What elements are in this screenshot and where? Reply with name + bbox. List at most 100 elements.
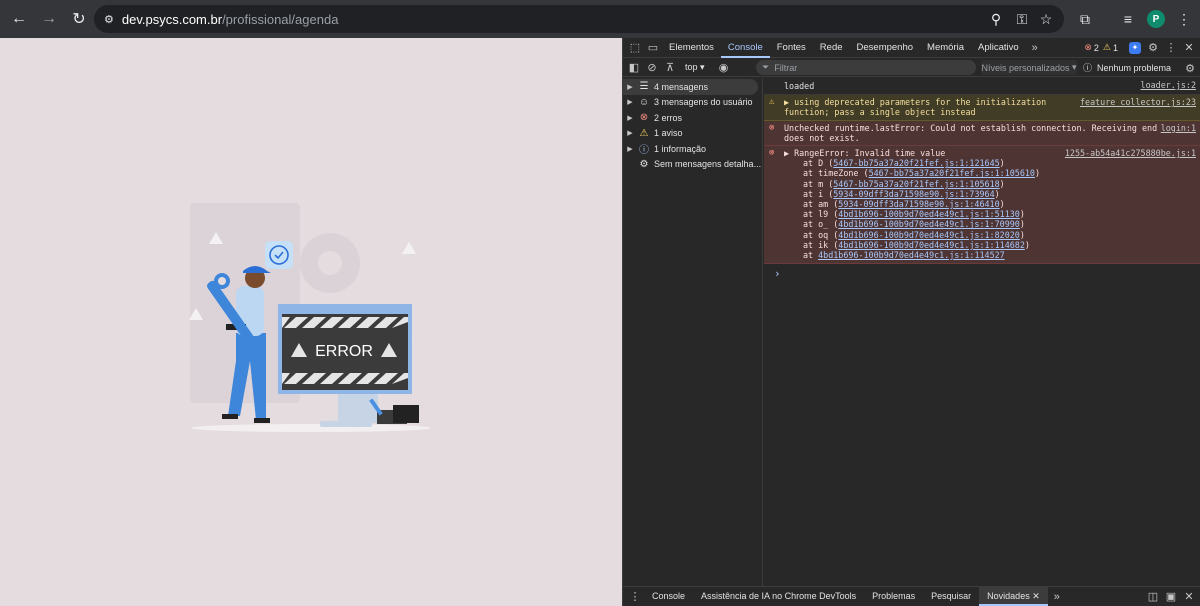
expand-arrow-icon: ▶ bbox=[627, 99, 633, 107]
stack-frame-link[interactable]: 4bd1b696-100b9d70ed4e49c1.js:1:114527 bbox=[818, 250, 1005, 260]
close-devtools-icon[interactable]: ✕ bbox=[1180, 38, 1198, 58]
sidebar-item-verbose[interactable]: ⚙ Sem mensagens detalha... bbox=[623, 157, 762, 173]
settings-gear-icon[interactable]: ⚙ bbox=[1144, 38, 1162, 58]
bug-icon: ⚙ bbox=[639, 158, 649, 170]
eye-icon[interactable]: ◉ bbox=[715, 57, 733, 77]
site-info-icon[interactable]: ⚙ bbox=[104, 13, 114, 26]
stack-frame-end: ) bbox=[1034, 168, 1041, 179]
tab-aplicativo[interactable]: Aplicativo bbox=[971, 38, 1026, 58]
stack-frame: at am (5934-09dff3da71598e90.js:1:46410) bbox=[803, 199, 1181, 209]
create-live-expression-icon[interactable]: ⊼ bbox=[661, 57, 679, 77]
stack-frame: at D (5467-bb75a37a20f21fef.js:1:121645) bbox=[803, 158, 1181, 168]
sidebar-item-errors[interactable]: ▶ ⊗ 2 erros bbox=[623, 110, 762, 126]
stack-frame: at ik (4bd1b696-100b9d70ed4e49c1.js:1:11… bbox=[803, 240, 1181, 250]
profile-button[interactable]: P bbox=[1142, 5, 1170, 33]
sidebar-item-user-messages[interactable]: ▶ ☺ 3 mensagens do usuário bbox=[623, 95, 762, 111]
drawer-tab-ai-assistance[interactable]: Assistência de IA no Chrome DevTools bbox=[693, 587, 864, 606]
error-icon: ⊗ bbox=[769, 122, 775, 133]
sidebar-item-warnings[interactable]: ▶ ⚠ 1 aviso bbox=[623, 126, 762, 142]
drawer-toggle-icon[interactable]: ▣ bbox=[1162, 587, 1180, 606]
log-levels-dropdown[interactable]: Níveis personalizados ▾ bbox=[981, 60, 1077, 75]
browser-toolbar: ← → ↻ ⚙ dev.psycs.com.br/profissional/ag… bbox=[0, 0, 1200, 38]
stack-frame-end: ) bbox=[999, 199, 1005, 210]
url-text[interactable]: dev.psycs.com.br/profissional/agenda bbox=[122, 12, 339, 27]
sidebar-item-messages[interactable]: ▶ ☰ 4 mensagens bbox=[623, 79, 758, 95]
inspect-element-icon[interactable]: ⬚ bbox=[626, 38, 644, 58]
stack-frame-link[interactable]: 4bd1b696-100b9d70ed4e49c1.js:1:114682 bbox=[838, 240, 1025, 250]
tab-rede[interactable]: Rede bbox=[813, 38, 850, 58]
clear-console-icon[interactable]: ⊘ bbox=[643, 57, 661, 77]
message-source-link[interactable]: loader.js:2 bbox=[1141, 80, 1196, 90]
drawer-tab-novidades[interactable]: Novidades ✕ bbox=[979, 587, 1048, 606]
issues-indicator[interactable]: ⓘ Nenhum problema bbox=[1083, 60, 1171, 75]
media-icon[interactable]: ≡ bbox=[1114, 5, 1142, 33]
stack-frame-function: at m ( bbox=[803, 178, 834, 189]
sidebar-toggle-icon[interactable]: ◧ bbox=[625, 57, 643, 77]
stack-frame: at oq (4bd1b696-100b9d70ed4e49c1.js:1:82… bbox=[803, 230, 1181, 240]
stack-frame-end: ) bbox=[1019, 209, 1025, 220]
tab-console[interactable]: Console bbox=[720, 38, 770, 58]
check-bubble-icon bbox=[265, 241, 293, 269]
dock-side-icon[interactable]: ◫ bbox=[1144, 587, 1162, 606]
tab-memoria[interactable]: Memória bbox=[920, 38, 971, 58]
more-drawer-tabs-icon[interactable]: » bbox=[1048, 587, 1066, 606]
warning-count-badge[interactable]: ⚠ 1 bbox=[1103, 42, 1118, 53]
stack-frame-link[interactable]: 4bd1b696-100b9d70ed4e49c1.js:1:82020 bbox=[838, 230, 1020, 240]
context-select[interactable]: top ▾ bbox=[685, 62, 705, 73]
stack-frame-function: at am ( bbox=[803, 199, 839, 210]
zoom-icon[interactable]: ⚲ bbox=[982, 5, 1010, 33]
stack-frame-link[interactable]: 5934-09dff3da71598e90.js:1:73964 bbox=[833, 189, 994, 199]
bookmark-star-icon[interactable]: ☆ bbox=[1032, 5, 1060, 33]
drawer-tab-problemas[interactable]: Problemas bbox=[864, 587, 923, 606]
stack-frame-link[interactable]: 5467-bb75a37a20f21fef.js:1:105610 bbox=[869, 168, 1035, 178]
tab-desempenho[interactable]: Desempenho bbox=[850, 38, 921, 58]
drawer-menu-icon[interactable]: ⋮ bbox=[626, 587, 644, 606]
user-icon: ☺ bbox=[638, 96, 650, 108]
filter-input[interactable]: ⏷ Filtrar bbox=[756, 60, 976, 75]
stack-frame: at 4bd1b696-100b9d70ed4e49c1.js:1:114527 bbox=[803, 250, 1181, 260]
drawer-tab-pesquisar[interactable]: Pesquisar bbox=[923, 587, 979, 606]
ai-assistant-icon[interactable]: ✦ bbox=[1126, 38, 1144, 58]
sidebar-item-info[interactable]: ▶ ⓘ 1 informação bbox=[623, 141, 762, 157]
reload-icon[interactable]: ↻ bbox=[65, 5, 93, 33]
devtools-tabbar: ⬚ ▭ Elementos Console Fontes Rede Desemp… bbox=[623, 38, 1200, 58]
message-source-link[interactable]: login:1 bbox=[1161, 123, 1196, 133]
stack-trace: at D (5467-bb75a37a20f21fef.js:1:121645)… bbox=[784, 158, 1181, 260]
drawer-tab-console[interactable]: Console bbox=[644, 587, 693, 606]
stack-frame-function: at o_ ( bbox=[803, 219, 839, 230]
stack-frame-function: at i ( bbox=[803, 188, 834, 199]
stack-frame-link[interactable]: 4bd1b696-100b9d70ed4e49c1.js:1:51130 bbox=[838, 209, 1020, 219]
extensions-icon[interactable]: ⧉ bbox=[1071, 5, 1099, 33]
console-message-warning: ⚠ ▶ using deprecated parameters for the … bbox=[764, 95, 1200, 121]
menu-icon[interactable]: ⋮ bbox=[1170, 5, 1198, 33]
stack-frame-function: at l9 ( bbox=[803, 209, 839, 220]
stack-frame-link[interactable]: 5934-09dff3da71598e90.js:1:46410 bbox=[838, 199, 999, 209]
error-icon: ⊗ bbox=[639, 112, 649, 124]
close-tab-icon[interactable]: ✕ bbox=[1032, 591, 1040, 601]
stack-frame-link[interactable]: 5467-bb75a37a20f21fef.js:1:105618 bbox=[833, 179, 999, 189]
console-message-log: loaded loader.js:2 bbox=[764, 78, 1200, 96]
back-icon[interactable]: ← bbox=[5, 5, 33, 33]
console-settings-icon[interactable]: ⚙ bbox=[1181, 58, 1199, 78]
console-output: loaded loader.js:2 ⚠ ▶ using deprecated … bbox=[764, 78, 1200, 586]
error-icon: ⊗ bbox=[769, 148, 775, 159]
stack-frame-function: at bbox=[803, 250, 819, 261]
tab-fontes[interactable]: Fontes bbox=[770, 38, 813, 58]
console-prompt[interactable]: › bbox=[764, 264, 1200, 283]
close-drawer-icon[interactable]: ✕ bbox=[1180, 587, 1198, 606]
stack-frame-link[interactable]: 4bd1b696-100b9d70ed4e49c1.js:1:70990 bbox=[838, 219, 1020, 229]
warning-icon: ⚠ bbox=[1102, 42, 1111, 52]
message-source-link[interactable]: feature_collector.js:23 bbox=[1080, 97, 1196, 107]
device-toolbar-icon[interactable]: ▭ bbox=[644, 38, 662, 58]
message-source-link[interactable]: 1255-ab54a41c275880be.js:1 bbox=[1065, 148, 1196, 158]
tab-elementos[interactable]: Elementos bbox=[662, 38, 721, 58]
monitor: ERROR bbox=[278, 304, 412, 427]
stack-frame: at m (5467-bb75a37a20f21fef.js:1:105618) bbox=[803, 179, 1181, 189]
console-filter-bar: ◧ ⊘ ⊼ top ▾ ◉ ⏷ Filtrar Níveis personaliz… bbox=[623, 58, 1200, 77]
forward-icon[interactable]: → bbox=[35, 5, 63, 33]
error-count-badge[interactable]: ⊗ 2 bbox=[1084, 42, 1099, 53]
stack-frame-link[interactable]: 5467-bb75a37a20f21fef.js:1:121645 bbox=[833, 158, 999, 168]
address-bar[interactable]: ⚙ dev.psycs.com.br/profissional/agenda bbox=[94, 5, 1064, 33]
more-tabs-icon[interactable]: » bbox=[1026, 38, 1044, 58]
more-options-icon[interactable]: ⋮ bbox=[1162, 38, 1180, 58]
